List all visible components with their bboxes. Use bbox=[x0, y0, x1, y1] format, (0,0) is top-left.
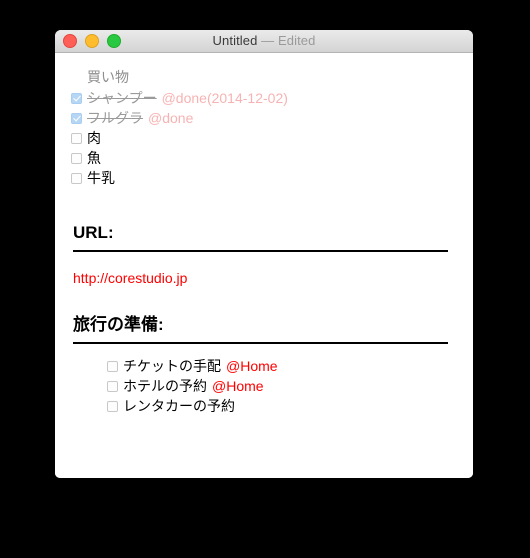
minimize-window-icon[interactable] bbox=[85, 34, 99, 48]
close-window-icon[interactable] bbox=[63, 34, 77, 48]
document-canvas[interactable]: 買い物 シャンプー @done(2014-12-02) フルグラ @done 肉魚牛乳 … bbox=[55, 53, 473, 478]
task-list-shopping: シャンプー @done(2014-12-02) フルグラ @done 肉魚牛乳 bbox=[71, 88, 457, 188]
url-link[interactable]: http://corestudio.jp bbox=[71, 268, 457, 288]
checkbox-checked-icon[interactable] bbox=[71, 92, 82, 104]
checkbox-unchecked-icon[interactable] bbox=[71, 132, 82, 144]
task-label: ホテルの予約 bbox=[123, 378, 207, 394]
section-url: URL: http://corestudio.jp bbox=[71, 222, 457, 288]
window-titlebar[interactable]: Untitled — Edited bbox=[55, 30, 473, 53]
section-divider-url bbox=[73, 250, 448, 252]
checkbox-unchecked-icon[interactable] bbox=[107, 400, 118, 412]
spacer-after-shopping bbox=[71, 188, 457, 222]
task-row[interactable]: チケットの手配 @Home bbox=[107, 356, 457, 376]
project-title-shopping: 買い物 bbox=[87, 69, 129, 85]
task-row[interactable]: 肉 bbox=[71, 128, 457, 148]
checkbox-unchecked-icon[interactable] bbox=[107, 380, 118, 392]
task-row[interactable]: レンタカーの予約 bbox=[107, 396, 457, 416]
task-row[interactable]: 魚 bbox=[71, 148, 457, 168]
task-list-travel: チケットの手配 @Home ホテルの予約 @Home レンタカーの予約 bbox=[71, 356, 457, 416]
task-tag-done[interactable]: @done(2014-12-02) bbox=[162, 88, 288, 108]
section-travel: 旅行の準備: チケットの手配 @Home ホテルの予約 @Home レンタカーの予約 bbox=[71, 314, 457, 416]
task-label: 肉 bbox=[87, 130, 101, 146]
section-heading-travel: 旅行の準備: bbox=[73, 315, 164, 334]
task-label: 牛乳 bbox=[87, 170, 115, 186]
project-shopping: 買い物 シャンプー @done(2014-12-02) フルグラ @done 肉魚牛乳 bbox=[71, 67, 457, 188]
maximize-window-icon[interactable] bbox=[107, 34, 121, 48]
section-heading-url: URL: bbox=[73, 223, 114, 242]
checkbox-checked-icon[interactable] bbox=[71, 112, 82, 124]
section-divider-travel bbox=[73, 342, 448, 344]
task-row[interactable]: ホテルの予約 @Home bbox=[107, 376, 457, 396]
task-label: シャンプー bbox=[87, 90, 157, 106]
spacer-after-url bbox=[71, 288, 457, 314]
task-row[interactable]: 牛乳 bbox=[71, 168, 457, 188]
task-label: レンタカーの予約 bbox=[123, 398, 235, 414]
task-label: チケットの手配 bbox=[123, 358, 221, 374]
task-tag-context[interactable]: @Home bbox=[226, 356, 278, 376]
checkbox-unchecked-icon[interactable] bbox=[107, 360, 118, 372]
task-label: フルグラ bbox=[87, 110, 143, 126]
task-tag-done[interactable]: @done bbox=[148, 108, 193, 128]
window-title-name: Untitled bbox=[212, 33, 258, 48]
checkbox-unchecked-icon[interactable] bbox=[71, 172, 82, 184]
task-tag-context[interactable]: @Home bbox=[212, 376, 264, 396]
task-label: 魚 bbox=[87, 150, 101, 166]
task-row[interactable]: シャンプー @done(2014-12-02) bbox=[71, 88, 457, 108]
window-title-separator: — bbox=[261, 33, 275, 48]
task-row[interactable]: フルグラ @done bbox=[71, 108, 457, 128]
app-window: Untitled — Edited 買い物 シャンプー @done(2014-12… bbox=[55, 30, 473, 478]
window-controls bbox=[63, 30, 121, 52]
window-title: Untitled — Edited bbox=[213, 30, 316, 52]
window-title-edited-state: Edited bbox=[277, 33, 316, 48]
checkbox-unchecked-icon[interactable] bbox=[71, 152, 82, 164]
